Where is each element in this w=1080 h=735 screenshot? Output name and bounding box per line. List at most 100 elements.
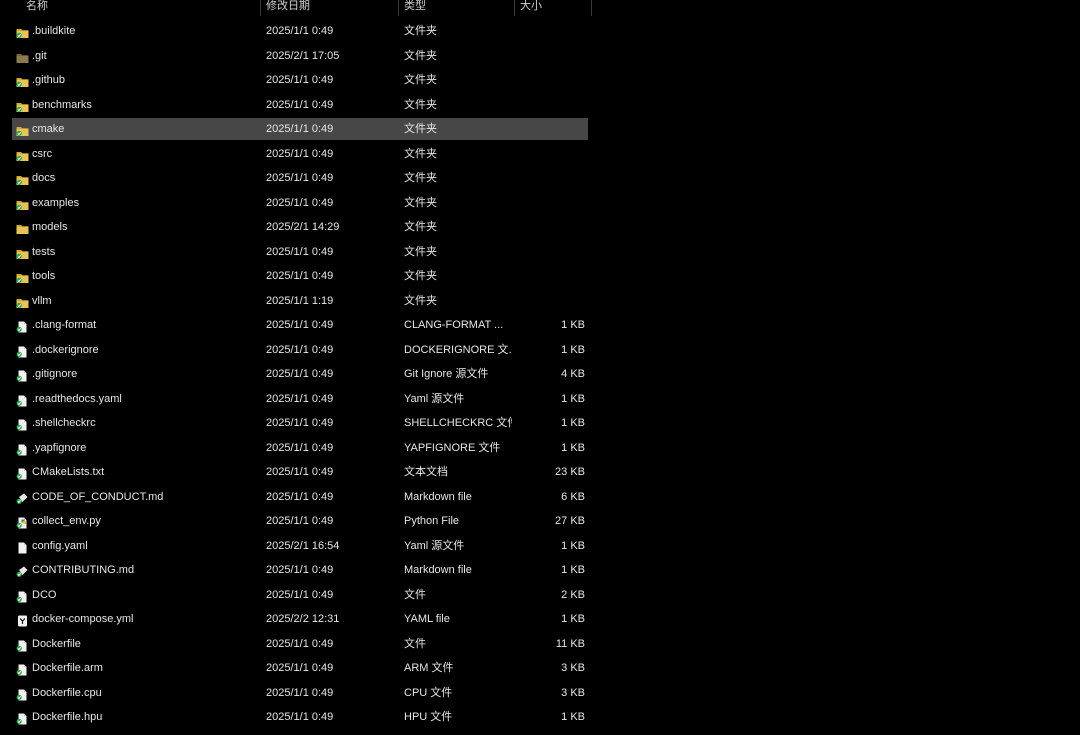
column-header-name[interactable]: 名称 (26, 0, 48, 16)
file-type: YAML file (404, 613, 450, 625)
file-name: DCO (32, 588, 57, 601)
file-modified-date: 2025/2/1 17:05 (266, 49, 340, 62)
file-modified-date: 2025/1/1 0:49 (266, 637, 334, 650)
file-name: docker-compose.yml (32, 613, 134, 625)
file-type: 文件夹 (404, 221, 437, 233)
file-row[interactable]: .yapfignore 2025/1/1 0:49 YAPFIGNORE 文件 1 K… (12, 437, 588, 459)
file-modified-date: 2025/1/1 0:49 (266, 662, 334, 674)
file-name: docs (32, 172, 56, 184)
markdown-file-icon (16, 564, 29, 577)
file-modified-date: 2025/1/1 0:49 (266, 515, 334, 527)
file-row[interactable]: csrc 2025/1/1 0:49 文件夹 (12, 143, 588, 165)
folder-icon (16, 221, 29, 234)
file-row[interactable]: .clang-format 2025/1/1 0:49 CLANG-FORMAT .… (12, 314, 588, 336)
file-name: cmake (32, 123, 65, 135)
file-row[interactable]: examples 2025/1/1 0:49 文件夹 (12, 192, 588, 214)
file-size: 1 KB (561, 392, 585, 405)
file-size: 1 KB (561, 564, 585, 576)
file-row[interactable]: CMakeLists.txt 2025/1/1 0:49 文本文档 23 KB (12, 461, 588, 483)
folder-sync-icon (16, 74, 29, 87)
file-type: Yaml 源文件 (404, 392, 465, 405)
column-header-date[interactable]: 修改日期 (266, 0, 310, 16)
file-size: 1 KB (561, 539, 585, 552)
file-type: Git Ignore 源文件 (404, 368, 489, 380)
file-row[interactable]: DCO 2025/1/1 0:49 文件 2 KB (12, 584, 588, 606)
file-row[interactable]: Dockerfile.hpu 2025/1/1 0:49 HPU 文件 1 KB (12, 706, 588, 728)
file-size: 6 KB (561, 490, 585, 503)
file-type: Markdown file (404, 564, 472, 576)
file-name: .readthedocs.yaml (32, 392, 122, 405)
file-modified-date: 2025/1/1 0:49 (266, 417, 334, 429)
file-size: 1 KB (561, 417, 585, 429)
file-type: YAPFIGNORE 文件 (404, 441, 501, 454)
markdown-file-icon (16, 491, 29, 504)
file-row[interactable]: .shellcheckrc 2025/1/1 0:49 SHELLCHECKRC 文… (12, 412, 588, 434)
file-name: collect_env.py (32, 515, 101, 527)
file-name: .dockerignore (32, 343, 99, 356)
file-modified-date: 2025/1/1 0:49 (266, 123, 334, 135)
column-divider[interactable] (514, 0, 515, 16)
file-name: benchmarks (32, 98, 92, 111)
file-size: 4 KB (561, 368, 585, 380)
file-row[interactable]: CODE_OF_CONDUCT.md 2025/1/1 0:49 Markdown … (12, 486, 588, 508)
file-row[interactable]: .dockerignore 2025/1/1 0:49 DOCKERIGNORE 文… (12, 339, 588, 361)
file-row[interactable]: docker-compose.yml 2025/2/2 12:31 YAML fil… (12, 608, 588, 630)
file-row[interactable]: CONTRIBUTING.md 2025/1/1 0:49 Markdown fil… (12, 559, 588, 581)
file-modified-date: 2025/1/1 0:49 (266, 98, 334, 111)
folder-sync-icon (16, 270, 29, 283)
file-row[interactable]: .buildkite 2025/1/1 0:49 文件夹 (12, 20, 588, 42)
file-type: Python File (404, 515, 460, 527)
file-row[interactable]: benchmarks 2025/1/1 0:49 文件夹 (12, 94, 588, 116)
column-divider[interactable] (591, 0, 592, 16)
file-type: 文件夹 (404, 147, 437, 160)
file-row[interactable]: cmake 2025/1/1 0:49 文件夹 (12, 118, 588, 140)
file-row[interactable]: tests 2025/1/1 0:49 文件夹 (12, 241, 588, 263)
file-type: 文本文档 (404, 466, 448, 478)
file-name: Dockerfile.arm (32, 662, 103, 674)
file-name: .git (32, 49, 47, 62)
file-sync-icon (16, 319, 29, 333)
file-row[interactable]: .git 2025/2/1 17:05 文件夹 (12, 45, 588, 67)
file-name: csrc (32, 147, 53, 160)
file-row[interactable]: .readthedocs.yaml 2025/1/1 0:49 Yaml 源文件 1 … (12, 388, 588, 410)
file-type: 文件夹 (404, 49, 437, 62)
column-divider[interactable] (398, 0, 399, 16)
file-size: 27 KB (555, 515, 585, 527)
file-modified-date: 2025/1/1 0:49 (266, 368, 334, 380)
folder-hidden-icon (16, 50, 29, 63)
file-type: CLANG-FORMAT ... (404, 319, 504, 331)
file-row[interactable]: Dockerfile.cpu 2025/1/1 0:49 CPU 文件 3 KB (12, 682, 588, 704)
file-modified-date: 2025/1/1 0:49 (266, 466, 334, 478)
folder-sync-icon (16, 25, 29, 38)
file-modified-date: 2025/1/1 0:49 (266, 711, 334, 723)
file-row[interactable]: .gitignore 2025/1/1 0:49 Git Ignore 源文件 4 K… (12, 363, 588, 385)
column-header-type[interactable]: 类型 (404, 0, 426, 16)
file-name: Dockerfile.hpu (32, 711, 103, 723)
file-row[interactable]: vllm 2025/1/1 1:19 文件夹 (12, 290, 588, 312)
file-row[interactable]: Dockerfile.arm 2025/1/1 0:49 ARM 文件 3 KB (12, 657, 588, 679)
file-modified-date: 2025/1/1 0:49 (266, 588, 334, 601)
file-sync-icon (16, 466, 29, 480)
column-divider[interactable] (260, 0, 261, 16)
file-size: 1 KB (561, 711, 585, 723)
file-row[interactable]: config.yaml 2025/2/1 16:54 Yaml 源文件 1 KB (12, 535, 588, 557)
file-modified-date: 2025/1/1 0:49 (266, 319, 334, 331)
file-row[interactable]: collect_env.py 2025/1/1 0:49 Python File 27… (12, 510, 588, 532)
file-row[interactable]: .github 2025/1/1 0:49 文件夹 (12, 69, 588, 91)
folder-sync-icon (16, 246, 29, 259)
file-type: 文件夹 (404, 172, 437, 184)
file-name: tools (32, 270, 56, 282)
file-name: CODE_OF_CONDUCT.md (32, 490, 164, 503)
file-name: .github (32, 74, 66, 86)
file-name: config.yaml (32, 539, 88, 552)
file-row[interactable]: docs 2025/1/1 0:49 文件夹 (12, 167, 588, 189)
file-size: 1 KB (561, 441, 585, 454)
file-row[interactable]: models 2025/2/1 14:29 文件夹 (12, 216, 588, 238)
column-header-size[interactable]: 大小 (520, 0, 542, 16)
file-row[interactable]: tools 2025/1/1 0:49 文件夹 (12, 265, 588, 287)
file-row[interactable]: Dockerfile 2025/1/1 0:49 文件 11 KB (12, 633, 588, 655)
yaml-file-icon (16, 613, 29, 627)
folder-sync-icon (16, 148, 29, 161)
file-sync-icon (16, 393, 29, 406)
file-size: 1 KB (561, 343, 585, 356)
